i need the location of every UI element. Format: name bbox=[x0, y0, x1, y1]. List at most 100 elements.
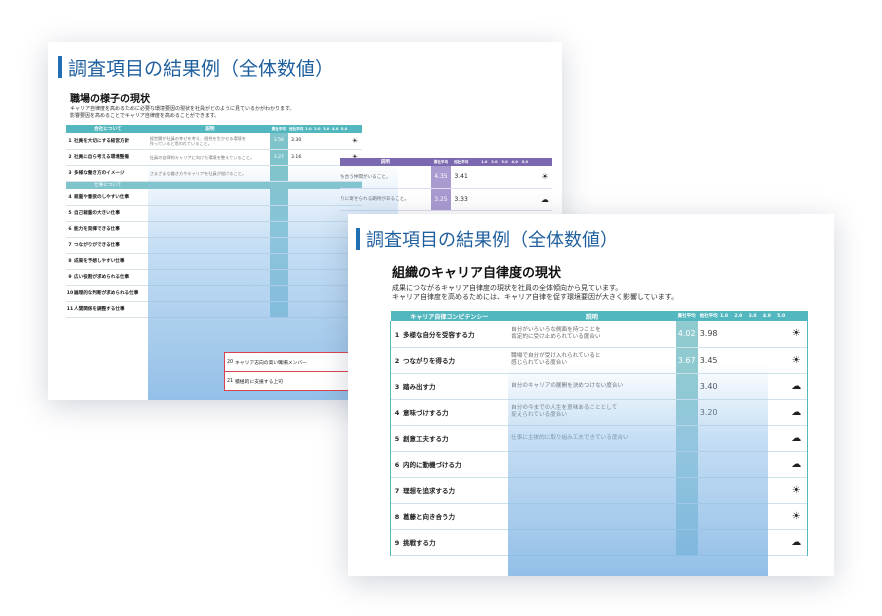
cloud-icon: ☁ bbox=[785, 451, 808, 477]
sun-icon: ☀ bbox=[785, 503, 808, 529]
bar-cell bbox=[720, 477, 786, 503]
header-description: 説明 bbox=[585, 313, 598, 321]
score-others: 3.16 bbox=[291, 154, 302, 160]
row-number: 10 bbox=[66, 291, 74, 296]
table-row: 11人間関係を調整する仕事 bbox=[66, 301, 362, 317]
header-score1: 貴社平均 bbox=[271, 126, 287, 131]
row-label: 踏み出す力 bbox=[403, 383, 436, 391]
row-label-cell: 3 踏み出す力 bbox=[390, 373, 509, 399]
score-own bbox=[675, 425, 698, 451]
row-label: 積極的に支援する上司 bbox=[235, 379, 283, 385]
row-description bbox=[508, 477, 676, 503]
cloud-icon: ☁ bbox=[785, 399, 808, 425]
score-others: 3.45 bbox=[699, 355, 718, 365]
bar-cell bbox=[305, 133, 348, 149]
scale-tick: 4.0 bbox=[762, 313, 771, 319]
row-label-cell: 7 つながりができる仕事 bbox=[66, 237, 150, 253]
score-others: 3.98 bbox=[699, 329, 718, 339]
row-label: 裁量や意欲のしやすい仕事 bbox=[74, 194, 130, 200]
title-accent-bar bbox=[356, 228, 360, 250]
row-number: 7 bbox=[68, 243, 72, 248]
row-description: 経営層が社員の幸せを考え、個性を生かせる環境を 作っていると思われていること。 bbox=[150, 133, 270, 149]
row-label: 人間関係を調整する仕事 bbox=[74, 307, 125, 312]
row-description: 職場で自分が受け入れられていると 感じられている度合い bbox=[508, 347, 676, 373]
right-header-score1: 貴社平均 bbox=[433, 159, 449, 164]
row-label-cell: 2 つながりを得る力 bbox=[390, 347, 509, 373]
score-own bbox=[270, 285, 288, 301]
desc-line: 作っていると思われていること。 bbox=[149, 140, 212, 146]
row-number: 4 bbox=[394, 409, 400, 417]
score-others bbox=[698, 477, 720, 503]
score-own: 4.35 bbox=[430, 166, 452, 188]
front-slide: 調査項目の結果例（全体数値） 組織のキャリア自律度の現状 成果につながるキャリア… bbox=[348, 214, 834, 576]
score-others bbox=[288, 301, 305, 317]
scale-tick: 1.0 bbox=[305, 127, 312, 131]
row-label: 多様な自分を受容する力 bbox=[403, 330, 475, 339]
scale-tick: 1.0 bbox=[720, 313, 729, 319]
score-others: 3.40 bbox=[699, 381, 718, 391]
right-header-description: 説明 bbox=[380, 160, 391, 165]
back-slide-description: キャリア自律度を高めるために必要な環境要因の現状を社員がどのように見ているかがわ… bbox=[70, 106, 295, 120]
row-number: 4 bbox=[68, 194, 72, 200]
row-label: 多様な働き方のイメージ bbox=[74, 171, 125, 176]
section-fill bbox=[150, 181, 362, 189]
front-slide-description: 成果につながるキャリア自律度の現状を社員の全体傾向から見ています。 キャリア自律… bbox=[392, 284, 678, 302]
bar-cell bbox=[305, 269, 348, 285]
bar-cell bbox=[305, 285, 348, 301]
row-description: ち合う仲間がいること。 bbox=[340, 174, 391, 180]
right-header-icon bbox=[538, 158, 552, 166]
row-number: 1 bbox=[68, 138, 72, 144]
row-number: 8 bbox=[394, 513, 400, 521]
row-label-cell: 10論理的な判断が求められる仕事 bbox=[66, 285, 150, 301]
header-scale: 1.0 2.0 3.0 4.0 5.0 bbox=[305, 125, 348, 133]
table-row: 7 つながりができる仕事 bbox=[66, 237, 362, 253]
right-table-header: 説明 貴社平均 他社平均 1.0 2.0 3.0 4.0 5.0 bbox=[340, 158, 552, 166]
score-others bbox=[288, 253, 305, 269]
score-own bbox=[675, 373, 698, 399]
row-description bbox=[150, 269, 270, 285]
scale-tick: 4.0 bbox=[511, 160, 518, 164]
desc-line: 社員の自律的キャリアに向けた環境を整えていること。 bbox=[149, 154, 255, 160]
row-description: さまざまな働き方やキャリアを社員が描けること。 bbox=[150, 165, 270, 181]
table-row: 3 踏み出す力 自分のキャリアの展開を決めつけない度合い 3.40 ☁ bbox=[390, 373, 808, 399]
desc-line: 職場で自分が受け入れられていると bbox=[511, 353, 601, 359]
header-score2: 他社平均 bbox=[288, 126, 304, 131]
row-number: 8 bbox=[68, 259, 72, 264]
row-label-cell: 1 多様な自分を受容する力 bbox=[390, 321, 509, 347]
row-label: キャリア志向の高い職場メンバー bbox=[235, 360, 307, 366]
score-own bbox=[270, 205, 288, 221]
row-description bbox=[508, 451, 676, 477]
score-others bbox=[288, 165, 305, 181]
table-row: 9 挑戦する力 ☁ bbox=[390, 529, 808, 555]
row-label-cell: 6 内的に動機づける力 bbox=[390, 451, 509, 477]
row-label: 創意工夫する力 bbox=[403, 435, 449, 443]
bar-cell bbox=[720, 321, 786, 347]
row-label-cell: 9 広い役割が求められる仕事 bbox=[66, 269, 150, 285]
row-description: 自分の今までの人生を意味あることとして 捉えられている度合い bbox=[508, 399, 676, 425]
score-own bbox=[270, 301, 288, 317]
row-label-cell: 2 社員に自ら考える環境整備 bbox=[66, 149, 150, 165]
front-results-table: キャリア自律コンピテンシー 説明 貴社平均 他社平均 1.0 2.0 3.0 4… bbox=[390, 311, 808, 556]
cloud-icon: ☁ bbox=[785, 529, 808, 555]
score-others bbox=[288, 237, 305, 253]
score-own bbox=[270, 165, 288, 181]
table-row: 20 キャリア志向の高い職場メンバー bbox=[224, 353, 352, 372]
row-description bbox=[150, 189, 270, 205]
row-description bbox=[150, 205, 270, 221]
row-label: 自己裁量の大きい仕事 bbox=[74, 211, 120, 216]
row-description bbox=[150, 221, 270, 237]
header-scale: 1.0 2.0 3.0 4.0 5.0 bbox=[720, 311, 786, 321]
row-description bbox=[150, 285, 270, 301]
table-row: 8 成果を予想しやすい仕事 bbox=[66, 253, 362, 269]
table-row: 21 積極的に支援する上司 bbox=[225, 372, 352, 391]
row-label-cell: 4 意味づけする力 bbox=[390, 399, 509, 425]
row-description bbox=[150, 253, 270, 269]
back-results-table: 会社について 説明 貴社平均 他社平均 1.0 2.0 3.0 4.0 5.0 … bbox=[66, 125, 362, 318]
row-number: 21 bbox=[226, 378, 234, 384]
table-row: 5 自己裁量の大きい仕事 bbox=[66, 205, 362, 221]
row-description bbox=[150, 301, 270, 317]
header-icon bbox=[348, 125, 362, 133]
row-label: 論理的な判断が求められる仕事 bbox=[74, 291, 139, 296]
score-own bbox=[675, 451, 698, 477]
row-label: 社員に自ら考える環境整備 bbox=[74, 155, 129, 160]
